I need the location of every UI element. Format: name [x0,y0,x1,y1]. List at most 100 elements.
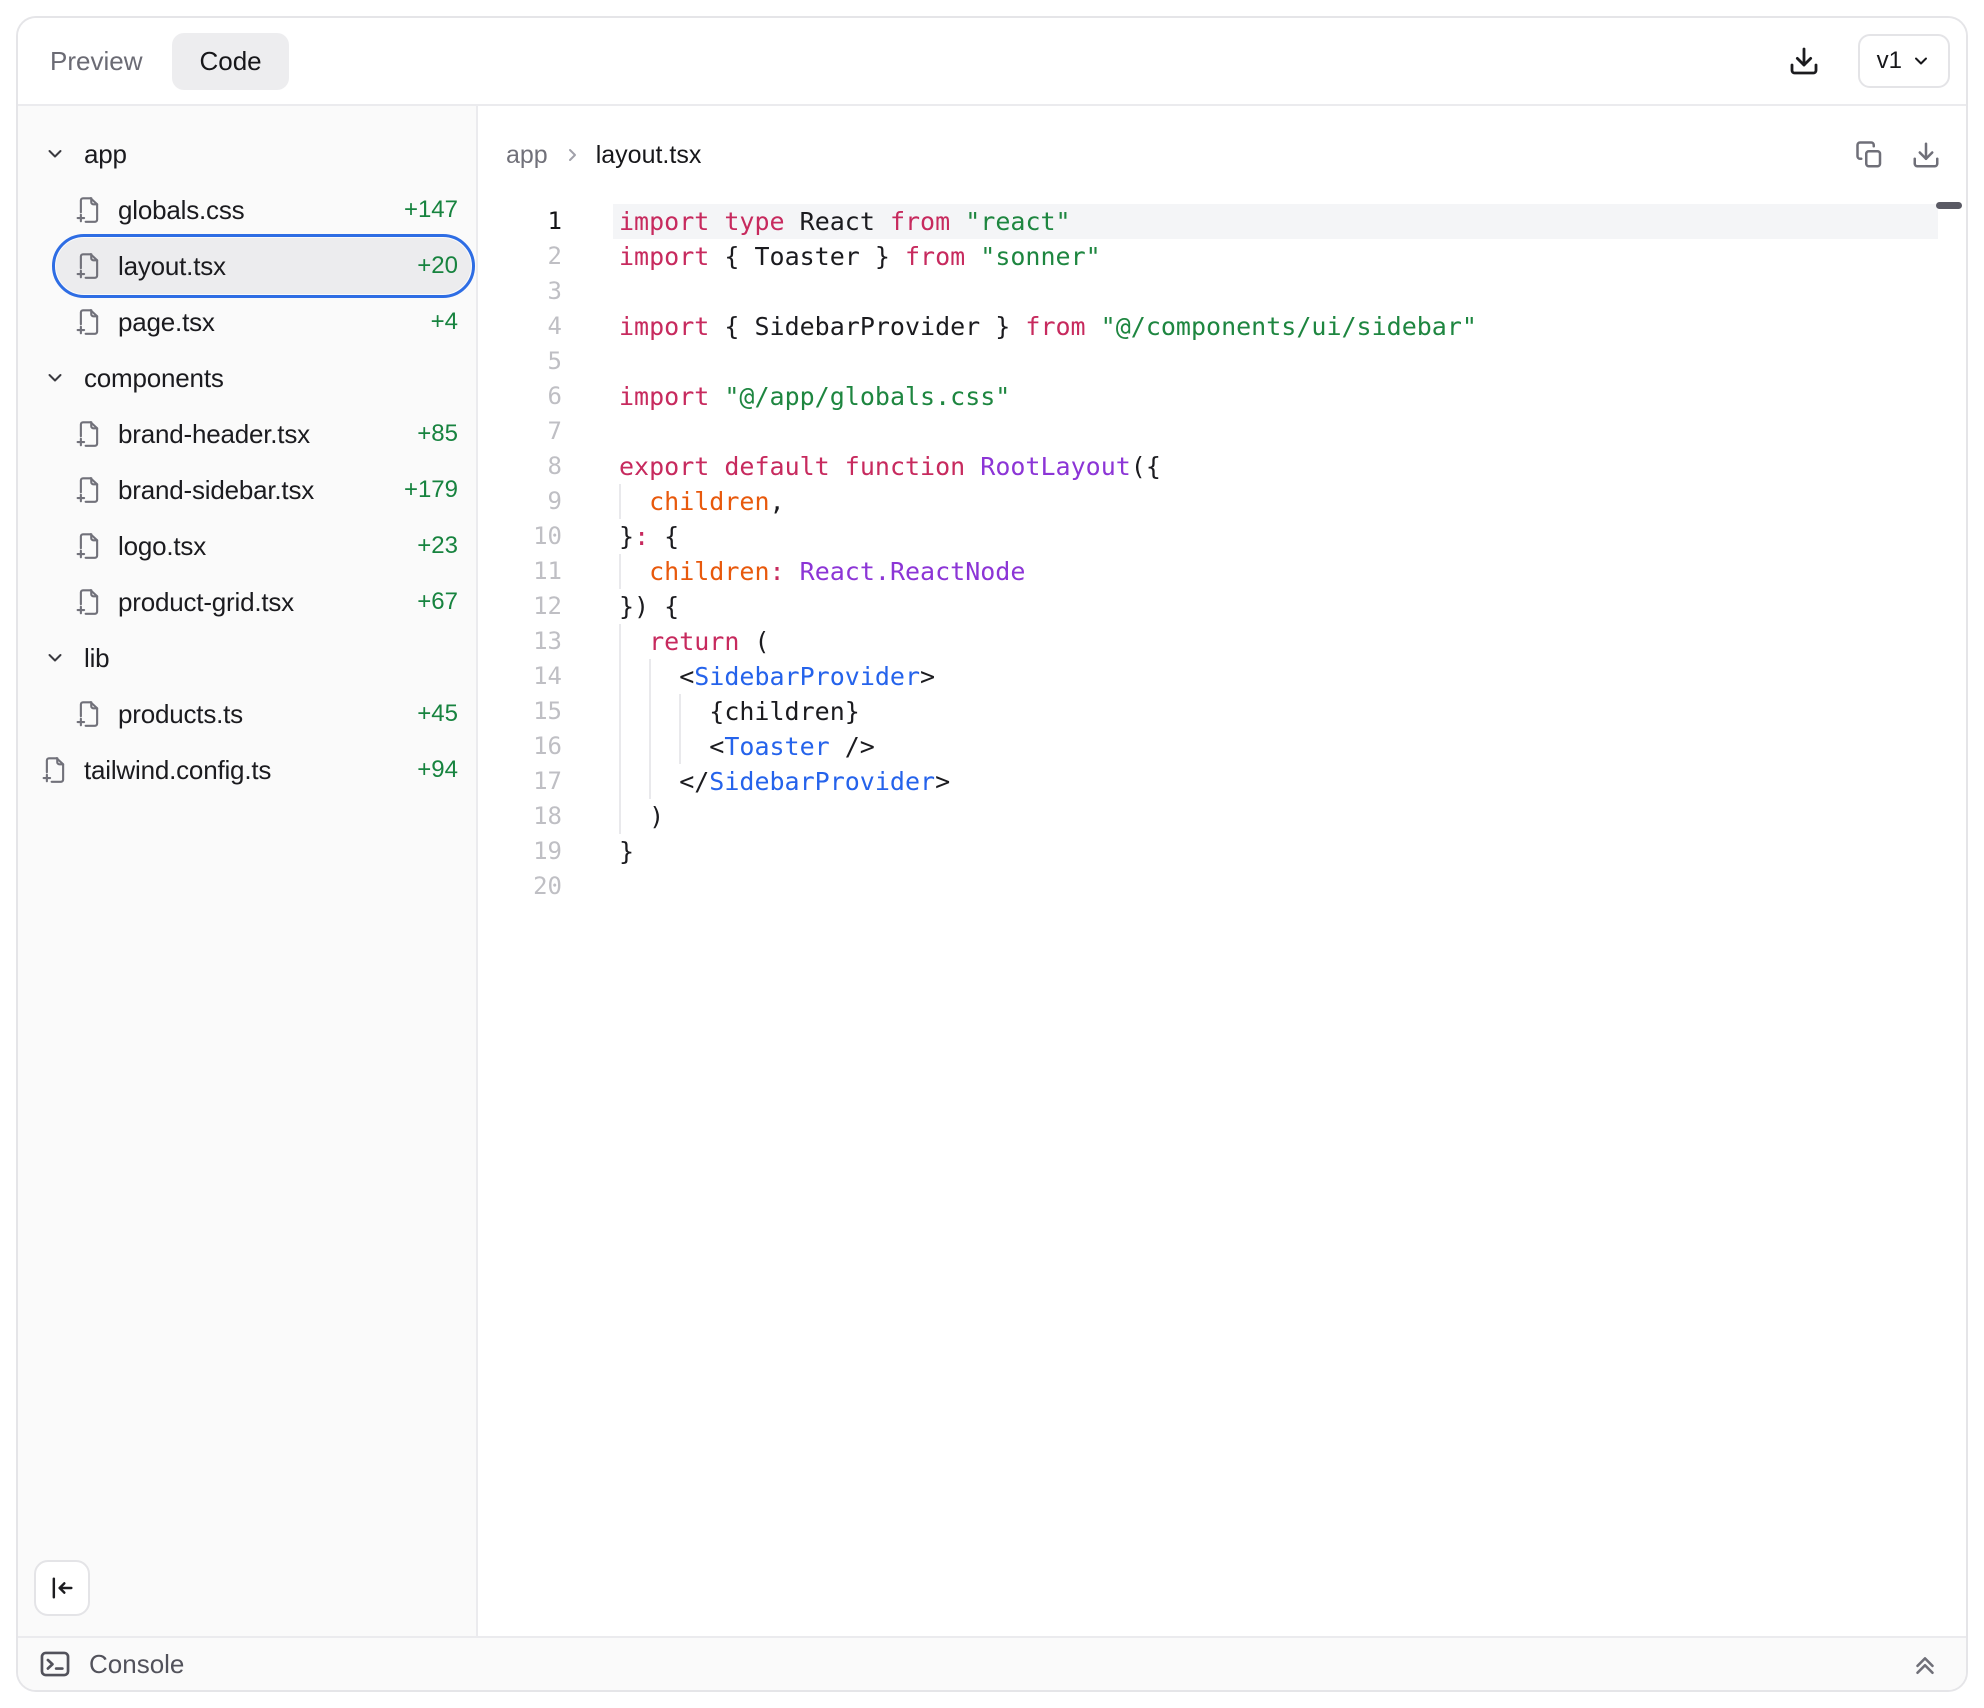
file-plus-icon [74,531,104,561]
diff-count: +23 [417,532,458,560]
editor-pane: app layout.tsx 1import type React from "… [478,106,1966,1636]
tab-code[interactable]: Code [172,33,288,90]
tree-item-tailwind.config.ts[interactable]: tailwind.config.ts +94 [18,742,476,798]
tree-item-page.tsx[interactable]: page.tsx+4 [18,294,476,350]
tree-item-globals.css[interactable]: globals.css +147 [18,182,476,238]
file-plus-icon [74,699,104,729]
code-line: 15{children} [478,694,1938,729]
code-line-text [613,344,1938,379]
tree-item-logo.tsx[interactable]: logo.tsx +23 [18,518,476,574]
code-line-text: import { SidebarProvider } from "@/compo… [613,309,1938,344]
file-name: app [84,139,127,170]
line-number: 8 [478,449,613,484]
code-line: 20 [478,869,1938,904]
file-name: components [84,363,224,394]
file-name: lib [84,643,109,674]
version-label: v1 [1877,47,1902,75]
code-line-text: </SidebarProvider> [613,764,1938,799]
code-line: 12}) { [478,589,1938,624]
chevron-down-icon [44,647,66,669]
line-number: 10 [478,519,613,554]
code-line: 10}: { [478,519,1938,554]
download-icon [1911,140,1941,170]
file-name: products.ts [118,699,243,730]
code-line-text [613,274,1938,309]
tree-item-app[interactable]: app [18,126,476,182]
code-line-text: <SidebarProvider> [613,659,1938,694]
diff-count: +147 [404,196,458,224]
line-number: 2 [478,239,613,274]
copy-icon [1855,140,1885,170]
file-name: globals.css [118,195,244,226]
chevron-right-icon [562,145,582,165]
file-plus-icon [74,587,104,617]
line-number: 6 [478,379,613,414]
panel-header: Preview Code v1 [18,18,1966,106]
diff-count: +67 [417,588,458,616]
console-bar[interactable]: Console [18,1636,1966,1690]
scrollbar-thumb[interactable] [1936,202,1962,209]
diff-count: +20 [417,252,458,280]
code-line: 8export default function RootLayout({ [478,449,1938,484]
code-line-text: import "@/app/globals.css" [613,379,1938,414]
file-name: layout.tsx [118,251,226,282]
diff-count: +179 [404,476,458,504]
file-name: tailwind.config.ts [84,755,271,786]
line-number: 7 [478,414,613,449]
file-plus-icon [74,195,104,225]
tree-item-lib[interactable]: lib [18,630,476,686]
download-file-button[interactable] [1911,140,1941,170]
code-line: 3 [478,274,1938,309]
code-line: 19} [478,834,1938,869]
file-name: logo.tsx [118,531,206,562]
diff-count: +45 [417,700,458,728]
code-line-text [613,869,1938,904]
diff-count: +94 [417,756,458,784]
console-label: Console [89,1649,184,1680]
file-name: brand-header.tsx [118,419,310,450]
line-number: 16 [478,729,613,764]
version-selector[interactable]: v1 [1858,34,1950,88]
file-name: brand-sidebar.tsx [118,475,314,506]
tree-item-components[interactable]: components [18,350,476,406]
code-line: 17</SidebarProvider> [478,764,1938,799]
line-number: 19 [478,834,613,869]
tree-item-brand-header.tsx[interactable]: brand-header.tsx+85 [18,406,476,462]
breadcrumb-folder[interactable]: app [506,141,548,170]
download-project-button[interactable] [1788,45,1820,77]
code-line-text [613,414,1938,449]
code-line-text: children: React.ReactNode [613,554,1938,589]
code-editor[interactable]: 1import type React from "react"2import {… [478,204,1966,904]
code-line: 7 [478,414,1938,449]
code-line: 1import type React from "react" [478,204,1938,239]
code-line-text: import { Toaster } from "sonner" [613,239,1938,274]
code-line-text: }) { [613,589,1938,624]
line-number: 11 [478,554,613,589]
tree-item-products.ts[interactable]: products.ts +45 [18,686,476,742]
code-line: 18) [478,799,1938,834]
line-number: 13 [478,624,613,659]
breadcrumb: app layout.tsx [506,141,701,170]
code-line-text: return ( [613,624,1938,659]
tab-preview[interactable]: Preview [50,46,142,77]
code-line-text: children, [613,484,1938,519]
collapse-sidebar-button[interactable] [34,1560,90,1616]
tree-item-product-grid.tsx[interactable]: product-grid.tsx+67 [18,574,476,630]
line-number: 14 [478,659,613,694]
code-line: 11children: React.ReactNode [478,554,1938,589]
tree-item-layout.tsx[interactable]: layout.tsx +20 [18,238,476,294]
file-tree-sidebar: app globals.css +147 layout.tsx +20 page.tsx+… [18,106,478,1636]
line-number: 3 [478,274,613,309]
line-number: 18 [478,799,613,834]
tree-item-brand-sidebar.tsx[interactable]: brand-sidebar.tsx +179 [18,462,476,518]
chevrons-up-icon[interactable] [1910,1649,1940,1679]
code-line: 2import { Toaster } from "sonner" [478,239,1938,274]
chevron-down-icon [44,367,66,389]
line-number: 9 [478,484,613,519]
code-line-text: ) [613,799,1938,834]
code-line: 6import "@/app/globals.css" [478,379,1938,414]
chevron-down-icon [1911,51,1931,71]
chevron-down-icon [44,143,66,165]
code-line: 13return ( [478,624,1938,659]
copy-code-button[interactable] [1855,140,1885,170]
